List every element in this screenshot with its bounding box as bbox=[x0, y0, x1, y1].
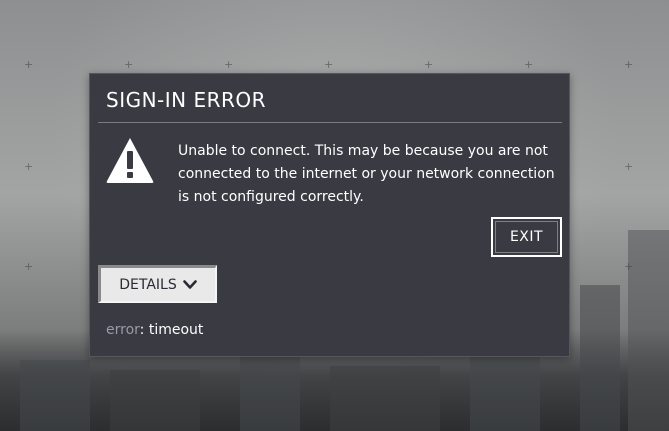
details-button[interactable]: DETAILS bbox=[98, 265, 217, 303]
background-building bbox=[240, 352, 300, 431]
exit-button-label: EXIT bbox=[509, 229, 544, 245]
dialog-title: SIGN-IN ERROR bbox=[106, 88, 267, 112]
grid-marker: + bbox=[24, 260, 34, 273]
grid-marker: + bbox=[524, 58, 534, 71]
grid-marker: + bbox=[624, 160, 634, 173]
grid-marker: + bbox=[324, 58, 334, 71]
grid-marker: + bbox=[224, 58, 234, 71]
exit-button[interactable]: EXIT bbox=[491, 217, 562, 257]
title-divider bbox=[98, 122, 562, 123]
grid-marker: + bbox=[624, 260, 634, 273]
warning-icon bbox=[106, 138, 154, 183]
error-key: error bbox=[106, 322, 140, 338]
sign-in-error-dialog: SIGN-IN ERROR Unable to connect. This ma… bbox=[89, 73, 570, 357]
background-building bbox=[110, 370, 200, 431]
error-value: timeout bbox=[148, 322, 204, 338]
grid-marker: + bbox=[24, 160, 34, 173]
background-building bbox=[628, 230, 669, 431]
background-building bbox=[20, 360, 90, 431]
background-building bbox=[330, 366, 440, 431]
error-message: Unable to connect. This may be because y… bbox=[178, 143, 555, 205]
grid-marker: + bbox=[24, 58, 34, 71]
chevron-down-icon bbox=[182, 279, 197, 289]
error-detail: error: timeout bbox=[106, 322, 203, 338]
error-separator: : bbox=[139, 322, 149, 338]
grid-marker: + bbox=[124, 58, 134, 71]
grid-marker: + bbox=[624, 58, 634, 71]
details-button-label: DETAILS bbox=[119, 276, 177, 293]
background-building bbox=[470, 345, 540, 431]
grid-marker: + bbox=[424, 58, 434, 71]
background-building bbox=[580, 285, 620, 431]
